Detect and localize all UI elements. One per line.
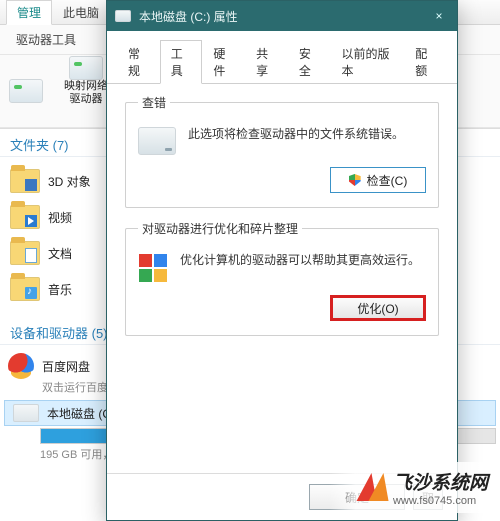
folder-icon xyxy=(10,241,40,265)
folder-icon xyxy=(10,277,40,301)
watermark: 飞沙系统网 www.fs0745.com xyxy=(329,462,494,513)
group-optimize: 对驱动器进行优化和碎片整理 优化计算机的驱动器可以帮助其更高效运行。 优化(O) xyxy=(125,220,439,336)
folder-label: 视频 xyxy=(48,209,72,226)
map-drive-label2: 驱动器 xyxy=(70,93,103,105)
ribbon-tab-thispc[interactable]: 此电脑 xyxy=(52,0,110,25)
tab-sharing[interactable]: 共享 xyxy=(245,40,288,84)
check-desc: 此选项将检查驱动器中的文件系统错误。 xyxy=(188,125,426,143)
folder-icon xyxy=(10,169,40,193)
dialog-title: 本地磁盘 (C:) 属性 xyxy=(139,8,449,25)
group-error-check: 查错 此选项将检查驱动器中的文件系统错误。 检查(C) xyxy=(125,94,439,208)
baidu-icon xyxy=(8,353,34,379)
shield-icon xyxy=(349,174,361,186)
dialog-body: 查错 此选项将检查驱动器中的文件系统错误。 检查(C) 对驱动器进行优化和碎片整… xyxy=(107,84,457,473)
close-icon: × xyxy=(435,9,442,23)
watermark-brand: 飞沙系统网 xyxy=(393,468,488,495)
folder-label: 文档 xyxy=(48,245,72,262)
defrag-icon xyxy=(138,253,168,283)
tabs: 常规 工具 硬件 共享 安全 以前的版本 配额 xyxy=(107,31,457,84)
drive-icon xyxy=(115,10,131,22)
drive-icon xyxy=(13,404,39,422)
folder-icon xyxy=(10,205,40,229)
properties-dialog: 本地磁盘 (C:) 属性 × 常规 工具 硬件 共享 安全 以前的版本 配额 查… xyxy=(106,0,458,521)
optimize-desc: 优化计算机的驱动器可以帮助其更高效运行。 xyxy=(180,251,426,269)
hdd-icon xyxy=(138,127,176,155)
device-label: 百度网盘 xyxy=(42,358,90,375)
tab-security[interactable]: 安全 xyxy=(288,40,331,84)
ribbon-map-drive[interactable] xyxy=(10,79,42,103)
watermark-logo-icon xyxy=(359,473,389,503)
tab-quota[interactable]: 配额 xyxy=(404,40,447,84)
check-button-label: 检查(C) xyxy=(367,172,408,189)
group-legend: 对驱动器进行优化和碎片整理 xyxy=(138,220,302,237)
drive-icon xyxy=(9,79,43,103)
check-button[interactable]: 检查(C) xyxy=(330,167,426,193)
folder-label: 3D 对象 xyxy=(48,173,91,190)
group-legend: 查错 xyxy=(138,94,170,111)
watermark-url: www.fs0745.com xyxy=(393,495,488,507)
ribbon-group-drive-tools: 驱动器工具 xyxy=(10,31,82,48)
folder-label: 音乐 xyxy=(48,281,72,298)
optimize-button[interactable]: 优化(O) xyxy=(330,295,426,321)
optimize-button-label: 优化(O) xyxy=(357,300,398,317)
close-button[interactable]: × xyxy=(421,1,457,31)
tab-general[interactable]: 常规 xyxy=(117,40,160,84)
tab-hardware[interactable]: 硬件 xyxy=(202,40,245,84)
ribbon-tab-manage[interactable]: 管理 xyxy=(6,0,52,25)
tab-tools[interactable]: 工具 xyxy=(160,40,203,84)
titlebar[interactable]: 本地磁盘 (C:) 属性 × xyxy=(107,1,457,31)
map-drive-label1: 映射网络 xyxy=(64,80,108,92)
tab-previous[interactable]: 以前的版本 xyxy=(331,40,405,84)
network-drive-icon xyxy=(69,56,103,80)
